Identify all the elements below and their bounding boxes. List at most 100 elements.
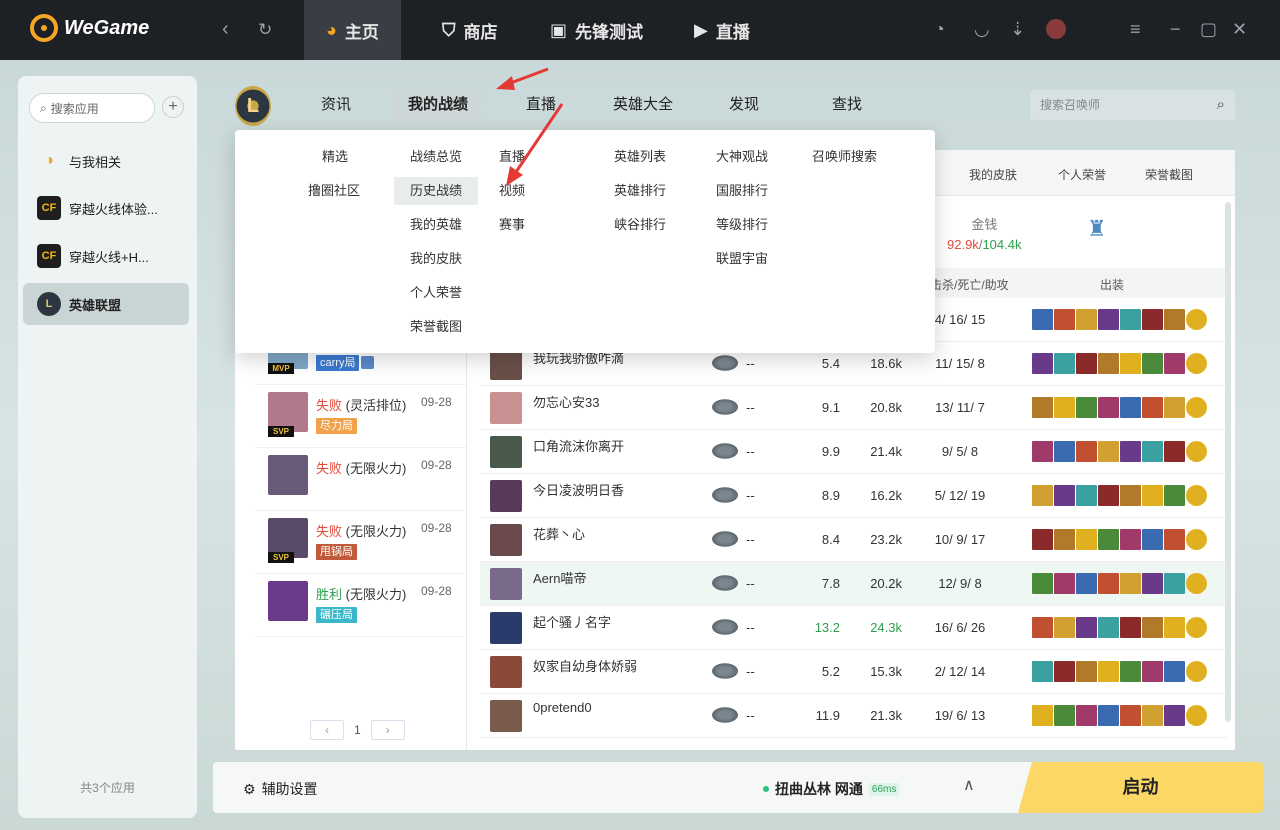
item-icon[interactable] — [1076, 353, 1097, 374]
item-icon[interactable] — [1054, 661, 1075, 682]
item-icon[interactable] — [1164, 529, 1185, 550]
item-icon[interactable] — [1164, 573, 1185, 594]
item-icon[interactable] — [1032, 485, 1053, 506]
next-page-button[interactable]: › — [370, 720, 405, 740]
summoner-search-input[interactable]: 搜索召唤师 ⌕ — [1030, 90, 1235, 120]
item-icon[interactable] — [1076, 529, 1097, 550]
item-icon[interactable] — [1032, 529, 1053, 550]
item-icon[interactable] — [1054, 573, 1075, 594]
player-name[interactable]: Aern喵帝 — [533, 568, 586, 587]
item-icon[interactable] — [1054, 397, 1075, 418]
menu-icon[interactable]: ≡ — [1130, 19, 1141, 40]
menu-item-level-rank[interactable]: 等级排行 — [700, 211, 784, 239]
trinket-icon[interactable] — [1186, 441, 1207, 462]
maximize-icon[interactable]: ▢ — [1200, 19, 1217, 40]
add-app-button[interactable]: + — [162, 96, 184, 118]
item-icon[interactable] — [1120, 441, 1141, 462]
item-icon[interactable] — [1054, 529, 1075, 550]
item-icon[interactable] — [1142, 617, 1163, 638]
item-icon[interactable] — [1076, 397, 1097, 418]
match-item[interactable]: 失败 (无限火力) 09-28 — [255, 448, 467, 511]
player-name[interactable]: 花葬丶心 — [533, 524, 585, 543]
table-row[interactable]: 花葬丶心 -- 8.4 23.2k 10/ 9/ 17 — [480, 518, 1227, 562]
app-search-input[interactable]: ⌕ 搜索应用 — [29, 93, 155, 123]
trinket-icon[interactable] — [1186, 397, 1207, 418]
sidebar-item-lol[interactable]: L 英雄联盟 — [23, 283, 189, 325]
item-icon[interactable] — [1032, 309, 1053, 330]
item-icon[interactable] — [1164, 397, 1185, 418]
item-icon[interactable] — [1142, 661, 1163, 682]
wegame-logo[interactable]: WeGame — [30, 14, 149, 42]
item-icon[interactable] — [1054, 441, 1075, 462]
sidebar-item-related[interactable]: ◑ 与我相关 — [23, 140, 189, 182]
item-icon[interactable] — [1120, 705, 1141, 726]
tab-honor-screenshot[interactable]: 荣誉截图 — [1145, 166, 1193, 183]
menu-item-my-heroes[interactable]: 我的英雄 — [394, 211, 478, 239]
item-icon[interactable] — [1120, 573, 1141, 594]
sidebar-item-cf-h[interactable]: CF 穿越火线+H... — [23, 235, 189, 277]
tab-pioneer[interactable]: ▣ 先锋测试 — [528, 0, 665, 60]
player-name[interactable]: 0pretend0 — [533, 700, 592, 715]
player-name[interactable]: 奴家自幼身体娇弱 — [533, 656, 637, 675]
table-row[interactable]: 今日凌波明日香 -- 8.9 16.2k 5/ 12/ 19 — [480, 474, 1227, 518]
trinket-icon[interactable] — [1186, 309, 1207, 330]
tab-store[interactable]: ⛉ 商店 — [420, 0, 520, 60]
match-item[interactable]: 胜利 (无限火力) 09-28 碾压局 — [255, 574, 467, 637]
tab-my-record[interactable]: 我的战绩 — [394, 90, 483, 120]
item-icon[interactable] — [1098, 661, 1119, 682]
tab-live[interactable]: 直播 — [512, 90, 570, 120]
scrollbar[interactable] — [1225, 202, 1231, 722]
menu-item-video[interactable]: 视频 — [483, 177, 541, 205]
item-icon[interactable] — [1120, 529, 1141, 550]
menu-item-hero-list[interactable]: 英雄列表 — [598, 143, 682, 171]
menu-item-universe[interactable]: 联盟宇宙 — [700, 245, 784, 273]
item-icon[interactable] — [1098, 397, 1119, 418]
match-item[interactable]: SVP 失败 (灵活排位) 09-28 尽力局 — [255, 385, 467, 448]
item-icon[interactable] — [1120, 397, 1141, 418]
item-icon[interactable] — [1076, 617, 1097, 638]
tab-home[interactable]: ◕ 主页 — [304, 0, 401, 60]
item-icon[interactable] — [1142, 441, 1163, 462]
tab-find[interactable]: 查找 — [818, 90, 876, 120]
player-name[interactable]: 起个骚丿名字 — [533, 612, 611, 631]
table-row[interactable]: Aern喵帝 -- 7.8 20.2k 12/ 9/ 8 — [480, 562, 1227, 606]
tab-heroes[interactable]: 英雄大全 — [599, 90, 687, 120]
item-icon[interactable] — [1032, 397, 1053, 418]
assist-settings-button[interactable]: ⚙ 辅助设置 — [243, 779, 318, 799]
item-icon[interactable] — [1098, 353, 1119, 374]
menu-item-my-skins[interactable]: 我的皮肤 — [394, 245, 478, 273]
menu-item-honor[interactable]: 个人荣誉 — [394, 279, 478, 307]
item-icon[interactable] — [1142, 485, 1163, 506]
item-icon[interactable] — [1120, 353, 1141, 374]
trinket-icon[interactable] — [1186, 661, 1207, 682]
image-icon[interactable] — [361, 356, 374, 369]
minimize-icon[interactable]: − — [1170, 19, 1181, 40]
avatar[interactable] — [1046, 19, 1066, 39]
item-icon[interactable] — [1142, 353, 1163, 374]
menu-item-history[interactable]: 历史战绩 — [394, 177, 479, 205]
item-icon[interactable] — [1076, 661, 1097, 682]
tab-discover[interactable]: 发现 — [715, 90, 773, 120]
item-icon[interactable] — [1076, 705, 1097, 726]
item-icon[interactable] — [1054, 485, 1075, 506]
item-icon[interactable] — [1142, 573, 1163, 594]
prev-page-button[interactable]: ‹ — [310, 720, 344, 740]
trinket-icon[interactable] — [1186, 573, 1207, 594]
trinket-icon[interactable] — [1186, 617, 1207, 638]
close-icon[interactable]: ✕ — [1232, 19, 1247, 40]
item-icon[interactable] — [1054, 309, 1075, 330]
item-icon[interactable] — [1054, 705, 1075, 726]
item-icon[interactable] — [1142, 397, 1163, 418]
menu-item-spectate[interactable]: 大神观战 — [700, 143, 784, 171]
item-icon[interactable] — [1076, 309, 1097, 330]
item-icon[interactable] — [1054, 617, 1075, 638]
menu-item-honor-screenshot[interactable]: 荣誉截图 — [394, 313, 478, 341]
notification-icon[interactable]: ◔ — [934, 19, 945, 40]
chat-icon[interactable]: ◡ — [974, 19, 990, 40]
menu-item-overview[interactable]: 战绩总览 — [394, 143, 478, 171]
item-icon[interactable] — [1098, 529, 1119, 550]
item-icon[interactable] — [1032, 353, 1053, 374]
item-icon[interactable] — [1032, 705, 1053, 726]
table-row[interactable]: 勿忘心安33 -- 9.1 20.8k 13/ 11/ 7 — [480, 386, 1227, 430]
item-icon[interactable] — [1032, 441, 1053, 462]
